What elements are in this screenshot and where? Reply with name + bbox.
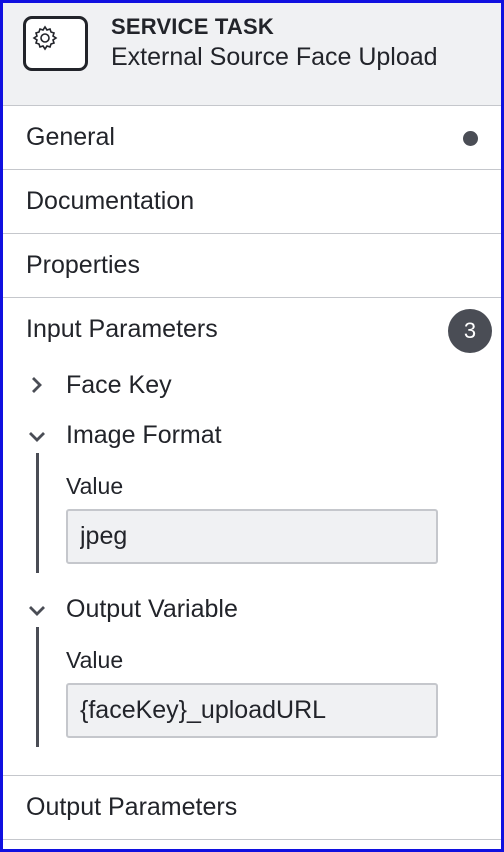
panel-header: SERVICE TASK External Source Face Upload bbox=[3, 3, 501, 106]
group-documentation[interactable]: Documentation bbox=[3, 170, 501, 234]
group-general-label: General bbox=[26, 123, 115, 151]
group-general[interactable]: General bbox=[3, 106, 501, 170]
group-properties-label: Properties bbox=[26, 251, 140, 279]
group-input-parameters-label[interactable]: Input Parameters bbox=[26, 315, 218, 344]
expanded-indent-line bbox=[36, 453, 39, 573]
gear-icon bbox=[32, 25, 58, 51]
param-item-face-key[interactable]: Face Key bbox=[66, 371, 172, 400]
group-input-parameters: Input Parameters 3 Face Key Image Format… bbox=[3, 298, 501, 776]
param-item-image-format[interactable]: Image Format bbox=[66, 421, 222, 450]
chevron-down-icon[interactable] bbox=[28, 602, 46, 620]
group-output-parameters[interactable]: Output Parameters bbox=[3, 776, 501, 840]
element-name: External Source Face Upload bbox=[111, 43, 438, 71]
value-field-label: Value bbox=[66, 473, 124, 499]
has-entries-indicator bbox=[463, 131, 478, 146]
image-format-value-input[interactable] bbox=[66, 509, 438, 564]
service-task-icon bbox=[23, 16, 88, 71]
output-variable-value-input[interactable] bbox=[66, 683, 438, 738]
group-documentation-label: Documentation bbox=[26, 187, 195, 215]
param-item-output-variable[interactable]: Output Variable bbox=[66, 595, 238, 624]
chevron-right-icon[interactable] bbox=[28, 376, 46, 394]
group-properties[interactable]: Properties bbox=[3, 234, 501, 298]
group-output-parameters-label: Output Parameters bbox=[26, 793, 238, 821]
chevron-down-icon[interactable] bbox=[28, 428, 46, 446]
value-field-label: Value bbox=[66, 647, 124, 673]
expanded-indent-line bbox=[36, 627, 39, 747]
element-type-label: SERVICE TASK bbox=[111, 14, 274, 39]
parameter-count-badge: 3 bbox=[448, 309, 492, 353]
